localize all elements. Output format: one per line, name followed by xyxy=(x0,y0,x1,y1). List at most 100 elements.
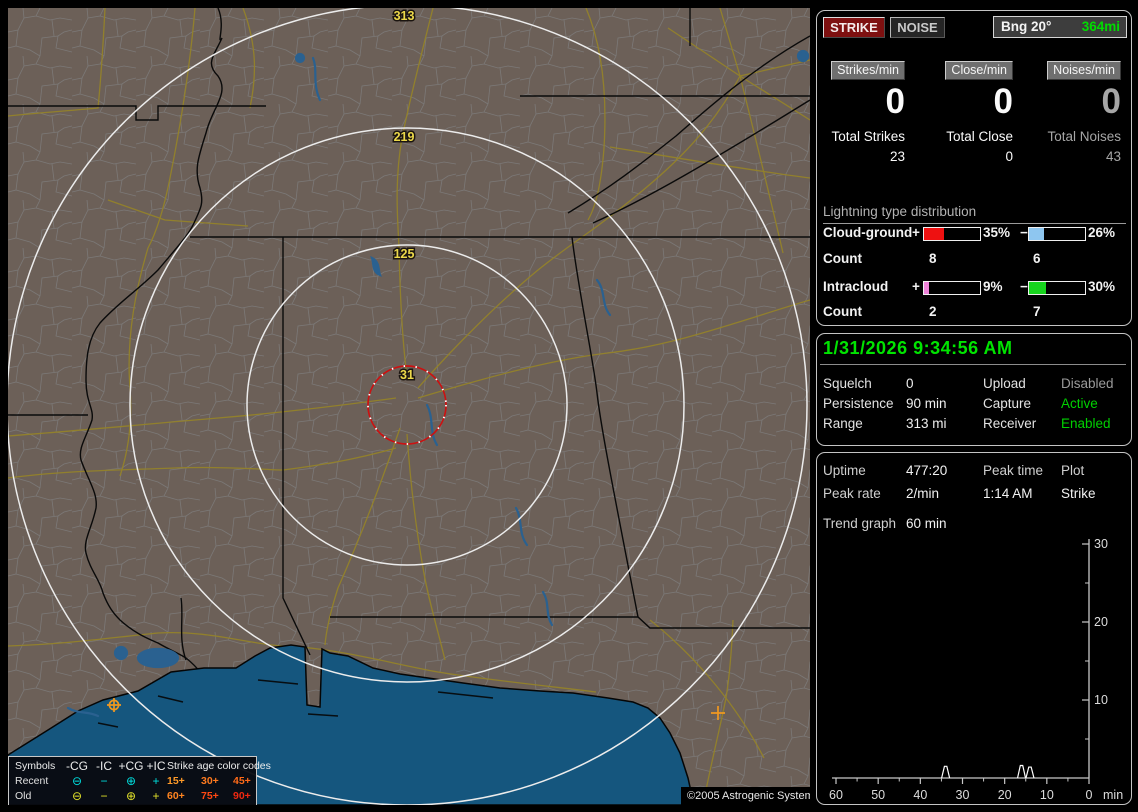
age-45: 45+ xyxy=(233,774,251,787)
total-noises-label: Total Noises xyxy=(1047,129,1121,144)
squelch-label: Squelch xyxy=(823,376,872,391)
svg-text:30: 30 xyxy=(1094,537,1108,551)
total-strikes-label: Total Strikes xyxy=(831,129,905,144)
age-75: 75+ xyxy=(201,789,219,802)
total-close-label: Total Close xyxy=(946,129,1013,144)
age-90: 90+ xyxy=(233,789,251,802)
persistence-value: 90 min xyxy=(906,396,947,411)
ic-neg-sign: − xyxy=(1020,279,1028,294)
squelch-value: 0 xyxy=(906,376,914,391)
ring-label-219: 219 xyxy=(394,130,415,144)
svg-text:20: 20 xyxy=(998,788,1012,802)
legend-symbols-header: Symbols xyxy=(15,759,56,772)
ic-pos-pct: 9% xyxy=(983,279,1003,294)
total-close-value: 0 xyxy=(1005,149,1013,164)
upload-label: Upload xyxy=(983,376,1026,391)
range-value: 313 mi xyxy=(906,416,947,431)
cloud-ground-label: Cloud-ground xyxy=(823,225,913,240)
svg-text:60: 60 xyxy=(829,788,843,802)
age-30: 30+ xyxy=(201,774,219,787)
capture-value: Active xyxy=(1061,396,1098,411)
cg-pos-bar xyxy=(923,227,981,241)
strikes-column: Strikes/min 0 Total Strikes 23 xyxy=(819,61,905,164)
legend-age-title: Strike age color codes xyxy=(167,759,271,772)
map-legend: Symbols -CG -IC +CG +IC Strike age color… xyxy=(8,756,271,805)
ic-pos-count: 2 xyxy=(929,304,937,319)
cg-neg-bar xyxy=(1028,227,1086,241)
copyright-text: ©2005 Astrogenic Systems xyxy=(681,787,810,805)
ring-label-125: 125 xyxy=(394,247,415,261)
legend-nic-header: -IC xyxy=(96,758,112,773)
trend-panel: Uptime 477:20 Peak time Plot Peak rate 2… xyxy=(816,452,1132,805)
pos-cg-recent-icon: ⊕ xyxy=(125,773,137,788)
pos-ic-recent-icon: + xyxy=(152,773,160,788)
ic-neg-count: 7 xyxy=(1033,304,1041,319)
neg-cg-recent-icon: ⊖ xyxy=(71,773,83,788)
svg-text:50: 50 xyxy=(871,788,885,802)
noise-button[interactable]: NOISE xyxy=(890,17,945,38)
ic-neg-bar xyxy=(1028,281,1086,295)
ic-count-label: Count xyxy=(823,304,862,319)
total-strikes-value: 23 xyxy=(889,149,905,164)
noises-column: Noises/min 0 Total Noises 43 xyxy=(1035,61,1121,164)
persistence-label: Persistence xyxy=(823,396,894,411)
range-label: Range xyxy=(823,416,863,431)
close-per-min-value: 0 xyxy=(993,82,1013,121)
svg-text:10: 10 xyxy=(1094,693,1108,707)
distribution-title: Lightning type distribution xyxy=(823,204,1126,224)
noises-per-min-value: 0 xyxy=(1101,82,1121,121)
cg-neg-count: 6 xyxy=(1033,251,1041,266)
legend-pcg-header: +CG xyxy=(118,758,144,773)
trend-graph: 60 50 40 30 20 10 0 min 30 20 10 xyxy=(829,537,1123,802)
receiver-value: Enabled xyxy=(1061,416,1111,431)
neg-ic-recent-icon: − xyxy=(100,773,108,788)
svg-text:20: 20 xyxy=(1094,615,1108,629)
svg-text:30: 30 xyxy=(956,788,970,802)
capture-label: Capture xyxy=(983,396,1032,411)
pos-cg-old-icon: ⊕ xyxy=(125,788,137,803)
svg-text:0: 0 xyxy=(1086,788,1093,802)
close-column: Close/min 0 Total Close 0 xyxy=(927,61,1013,164)
bearing-display: Bng 20° 364mi xyxy=(993,16,1127,38)
ic-pos-bar xyxy=(923,281,981,295)
intracloud-label: Intracloud xyxy=(823,279,889,294)
pos-ic-old-icon: + xyxy=(152,788,160,803)
cg-neg-sign: − xyxy=(1020,225,1028,240)
status-panel: 1/31/2026 9:34:56 AM Squelch 0 Upload Di… xyxy=(816,333,1132,446)
cg-count-label: Count xyxy=(823,251,862,266)
strikes-per-min-button[interactable]: Strikes/min xyxy=(831,61,905,80)
map-canvas[interactable]: 313 219 125 31 Symbols -CG -IC +CG +IC S… xyxy=(8,8,810,805)
svg-text:40: 40 xyxy=(913,788,927,802)
neg-ic-old-icon: − xyxy=(100,788,108,803)
cg-pos-pct: 35% xyxy=(983,225,1011,240)
svg-text:min: min xyxy=(1103,788,1123,802)
cg-pos-sign: + xyxy=(912,225,920,240)
strikes-per-min-value: 0 xyxy=(885,82,905,121)
age-15: 15+ xyxy=(167,774,185,787)
strike-button[interactable]: STRIKE xyxy=(823,17,885,38)
legend-pic-header: +IC xyxy=(146,758,166,773)
svg-text:10: 10 xyxy=(1040,788,1054,802)
ring-label-313: 313 xyxy=(394,9,415,23)
upload-value: Disabled xyxy=(1061,376,1114,391)
cg-pos-count: 8 xyxy=(929,251,937,266)
bearing-label: Bng 20° xyxy=(1001,19,1052,34)
legend-ncg-header: -CG xyxy=(66,758,88,773)
map-art: 313 219 125 31 xyxy=(8,8,810,805)
datetime-rule xyxy=(820,364,1126,365)
bearing-distance: 364mi xyxy=(1081,19,1120,34)
counter-panel: STRIKE NOISE Bng 20° 364mi Strikes/min 0… xyxy=(816,10,1132,326)
legend-recent-label: Recent xyxy=(15,774,49,787)
lightning-tracker-screen: 313 219 125 31 Symbols -CG -IC +CG +IC S… xyxy=(0,0,1138,812)
close-per-min-button[interactable]: Close/min xyxy=(945,61,1013,80)
noises-per-min-button[interactable]: Noises/min xyxy=(1047,61,1121,80)
ic-neg-pct: 30% xyxy=(1088,279,1116,294)
receiver-label: Receiver xyxy=(983,416,1037,431)
total-noises-value: 43 xyxy=(1105,149,1121,164)
ic-pos-sign: + xyxy=(912,279,920,294)
datetime-display: 1/31/2026 9:34:56 AM xyxy=(823,338,1013,358)
ring-label-31: 31 xyxy=(400,368,414,382)
legend-old-label: Old xyxy=(15,789,32,802)
age-60: 60+ xyxy=(167,789,185,802)
cg-neg-pct: 26% xyxy=(1088,225,1116,240)
